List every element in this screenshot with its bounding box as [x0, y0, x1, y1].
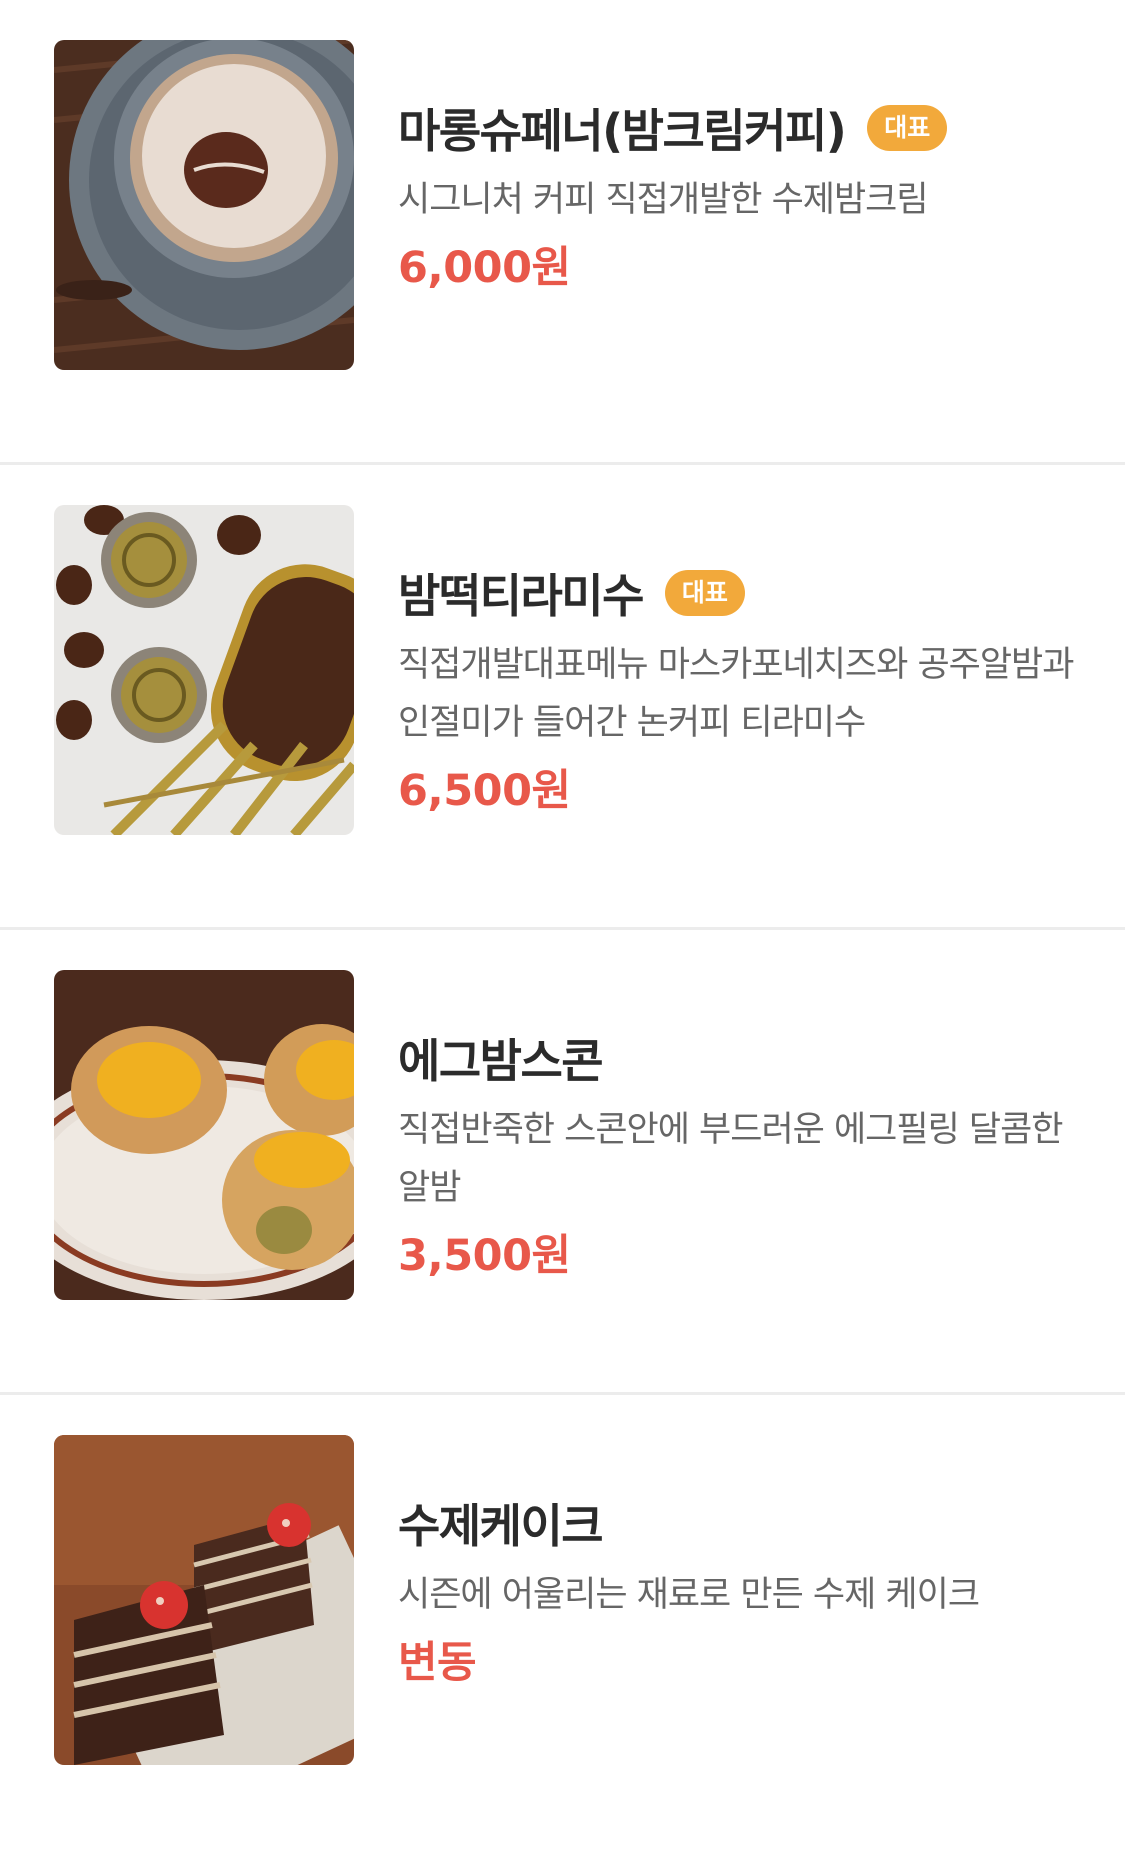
menu-item[interactable]: 수제케이크 시즌에 어울리는 재료로 만든 수제 케이크 변동: [0, 1395, 1125, 1860]
menu-item-description: 시즌에 어울리는 재료로 만든 수제 케이크: [398, 1575, 980, 1615]
menu-item-info: 밤떡티라미수 대표 직접개발대표메뉴 마스카포네치즈와 공주알밤과 인절미가 들…: [398, 560, 1088, 822]
scone-photo: [54, 970, 354, 1300]
coffee-cup-photo: [54, 40, 354, 370]
menu-item[interactable]: 마롱슈페너(밤크림커피) 대표 시그니처 커피 직접개발한 수제밤크림 6,00…: [0, 0, 1125, 465]
menu-item-info: 에그밤스콘 직접반죽한 스콘안에 부드러운 에그필링 달콤한 알밤 3,500원: [398, 1025, 1088, 1287]
menu-item-info: 마롱슈페너(밤크림커피) 대표 시그니처 커피 직접개발한 수제밤크림 6,00…: [398, 95, 1088, 299]
menu-item-price: 3,500원: [398, 1231, 571, 1281]
menu-item-price: 6,500원: [398, 766, 571, 816]
menu-list: 마롱슈페너(밤크림커피) 대표 시그니처 커피 직접개발한 수제밤크림 6,00…: [0, 0, 1125, 1860]
menu-item-info: 수제케이크 시즌에 어울리는 재료로 만든 수제 케이크 변동: [398, 1490, 1088, 1694]
menu-item-title: 마롱슈페너(밤크림커피): [398, 104, 847, 158]
menu-item-description: 시그니처 커피 직접개발한 수제밤크림: [398, 180, 929, 220]
menu-item-price: 변동: [398, 1638, 477, 1688]
tiramisu-photo: [54, 505, 354, 835]
menu-item-description: 직접개발대표메뉴 마스카포네치즈와 공주알밤과 인절미가 들어간 논커피 티라미…: [398, 645, 1074, 743]
menu-item-title: 수제케이크: [398, 1499, 604, 1553]
signature-badge: 대표: [867, 105, 948, 151]
menu-item-title: 밤떡티라미수: [398, 569, 644, 623]
menu-item-price: 6,000원: [398, 243, 571, 293]
menu-item[interactable]: 에그밤스콘 직접반죽한 스콘안에 부드러운 에그필링 달콤한 알밤 3,500원: [0, 930, 1125, 1395]
menu-item[interactable]: 밤떡티라미수 대표 직접개발대표메뉴 마스카포네치즈와 공주알밤과 인절미가 들…: [0, 465, 1125, 930]
menu-item-title: 에그밤스콘: [398, 1034, 604, 1088]
menu-item-description: 직접반죽한 스콘안에 부드러운 에그필링 달콤한 알밤: [398, 1110, 1064, 1208]
cake-photo: [54, 1435, 354, 1765]
signature-badge: 대표: [664, 570, 745, 616]
